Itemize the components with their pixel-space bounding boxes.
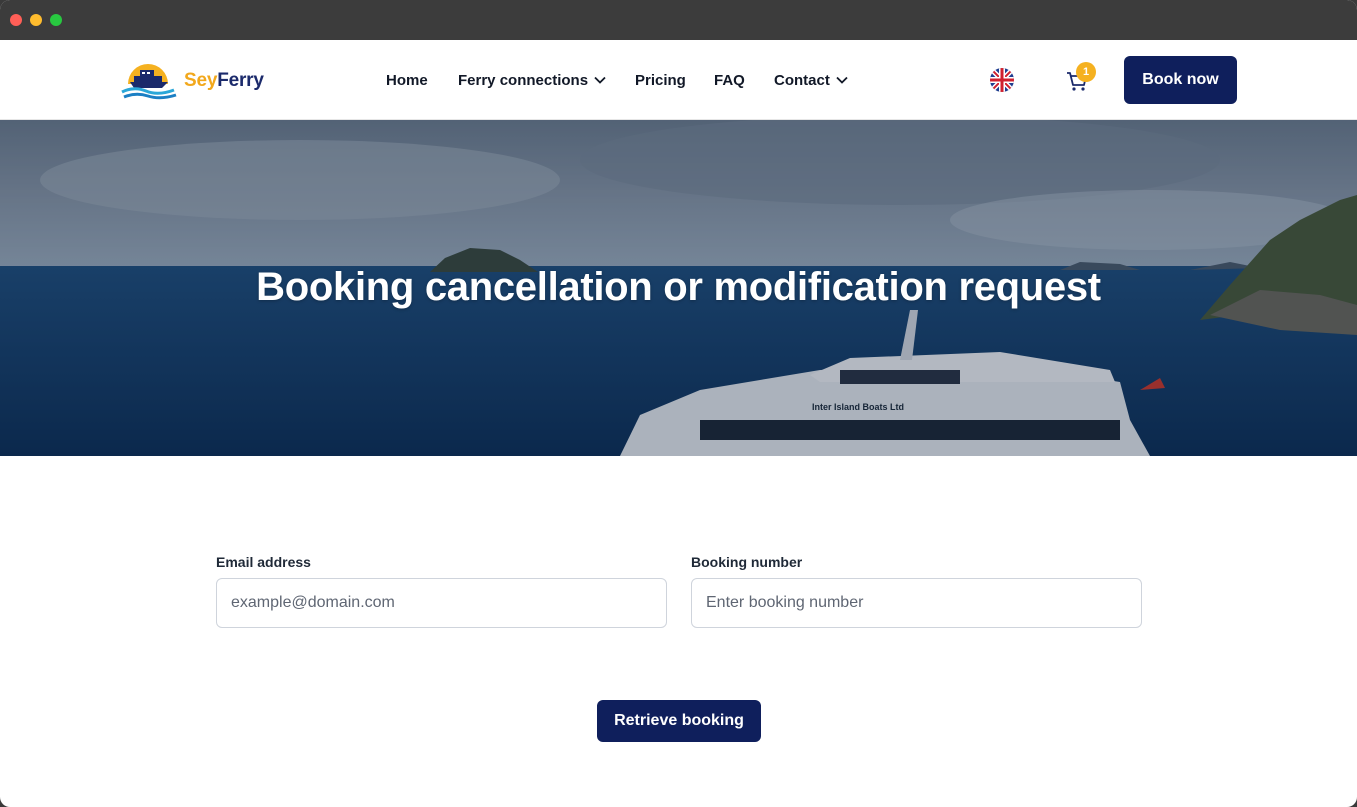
- hero-banner: Inter Island Boats Ltd Booking cancellat…: [0, 120, 1357, 456]
- nav-contact[interactable]: Contact: [774, 72, 848, 90]
- nav-faq-label: FAQ: [714, 72, 745, 89]
- language-selector[interactable]: [990, 68, 1014, 92]
- email-label: Email address: [216, 554, 311, 570]
- browser-window: SeyFerry Home Ferry connections Pricing …: [0, 0, 1357, 807]
- chevron-down-icon: [594, 76, 606, 84]
- nav-home-label: Home: [386, 72, 428, 89]
- booking-number-label: Booking number: [691, 554, 803, 570]
- window-titlebar: [0, 0, 1357, 40]
- close-window-button[interactable]: [10, 14, 22, 26]
- nav-pricing[interactable]: Pricing: [635, 72, 686, 90]
- nav-ferry-connections-label: Ferry connections: [458, 72, 589, 89]
- retrieve-booking-button[interactable]: Retrieve booking: [597, 700, 761, 742]
- nav-pricing-label: Pricing: [635, 72, 686, 89]
- seyferry-logo[interactable]: SeyFerry: [120, 58, 270, 102]
- maximize-window-button[interactable]: [50, 14, 62, 26]
- nav-home[interactable]: Home: [386, 72, 428, 90]
- nav-faq[interactable]: FAQ: [714, 72, 745, 90]
- nav-contact-label: Contact: [774, 72, 830, 89]
- nav-ferry-connections[interactable]: Ferry connections: [458, 72, 606, 90]
- uk-flag-icon: [990, 68, 1014, 92]
- chevron-down-icon: [836, 76, 848, 84]
- book-now-button[interactable]: Book now: [1124, 56, 1237, 104]
- brand-name: SeyFerry: [184, 70, 264, 91]
- email-field[interactable]: [216, 578, 667, 628]
- site-header: SeyFerry Home Ferry connections Pricing …: [0, 40, 1357, 120]
- cart-count-badge: 1: [1076, 62, 1096, 82]
- page-title: Booking cancellation or modification req…: [256, 265, 1101, 309]
- booking-number-field[interactable]: [691, 578, 1142, 628]
- minimize-window-button[interactable]: [30, 14, 42, 26]
- ferry-logo-icon: [121, 64, 177, 100]
